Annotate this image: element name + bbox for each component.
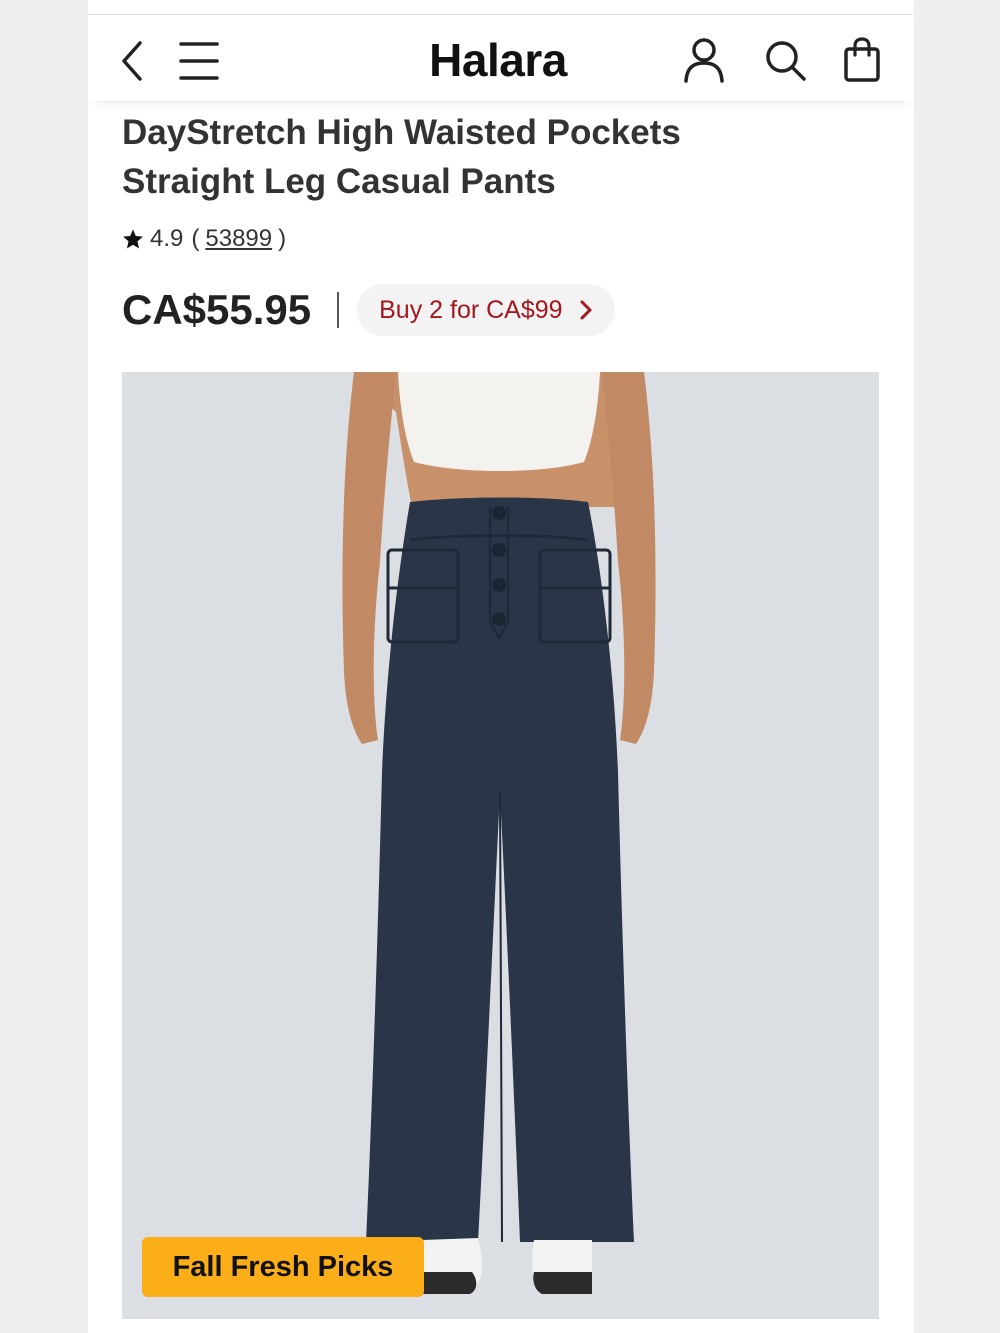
collection-tag[interactable]: Fall Fresh Picks: [142, 1237, 424, 1297]
price-row: CA$55.95 Buy 2 for CA$99: [122, 282, 615, 338]
site-header: Halara: [88, 15, 914, 101]
promo-label: Buy 2 for CA$99: [379, 295, 563, 324]
rating-open-paren: (: [191, 225, 200, 252]
chevron-right-icon: [580, 300, 592, 320]
rating-summary: 4.9 ( 53899 ): [122, 223, 286, 255]
product-image[interactable]: Fall Fresh Picks: [122, 372, 879, 1319]
user-icon[interactable]: [682, 37, 726, 83]
bundle-promo-button[interactable]: Buy 2 for CA$99: [357, 284, 615, 336]
product-title-line-1: DayStretch High Waisted Pockets: [122, 113, 681, 152]
chevron-left-icon[interactable]: [118, 39, 148, 83]
brand-logo[interactable]: Halara: [378, 33, 618, 87]
menu-icon[interactable]: [178, 41, 220, 81]
page: Halara DayStretch High Waisted Pockets S…: [88, 0, 914, 1333]
product-photo-illustration: [342, 372, 656, 1294]
rating-close-paren: ): [278, 225, 287, 252]
price-divider: [337, 292, 340, 328]
product-price: CA$55.95: [122, 286, 312, 333]
review-count-link[interactable]: 53899: [205, 225, 272, 253]
search-icon[interactable]: [764, 39, 808, 83]
product-title-line-2: Straight Leg Casual Pants: [122, 162, 556, 201]
star-icon: [123, 229, 143, 249]
product-title: DayStretch High Waisted Pockets Straight…: [122, 108, 822, 206]
shopping-bag-icon[interactable]: [842, 37, 882, 83]
rating-value: 4.9: [150, 225, 184, 252]
